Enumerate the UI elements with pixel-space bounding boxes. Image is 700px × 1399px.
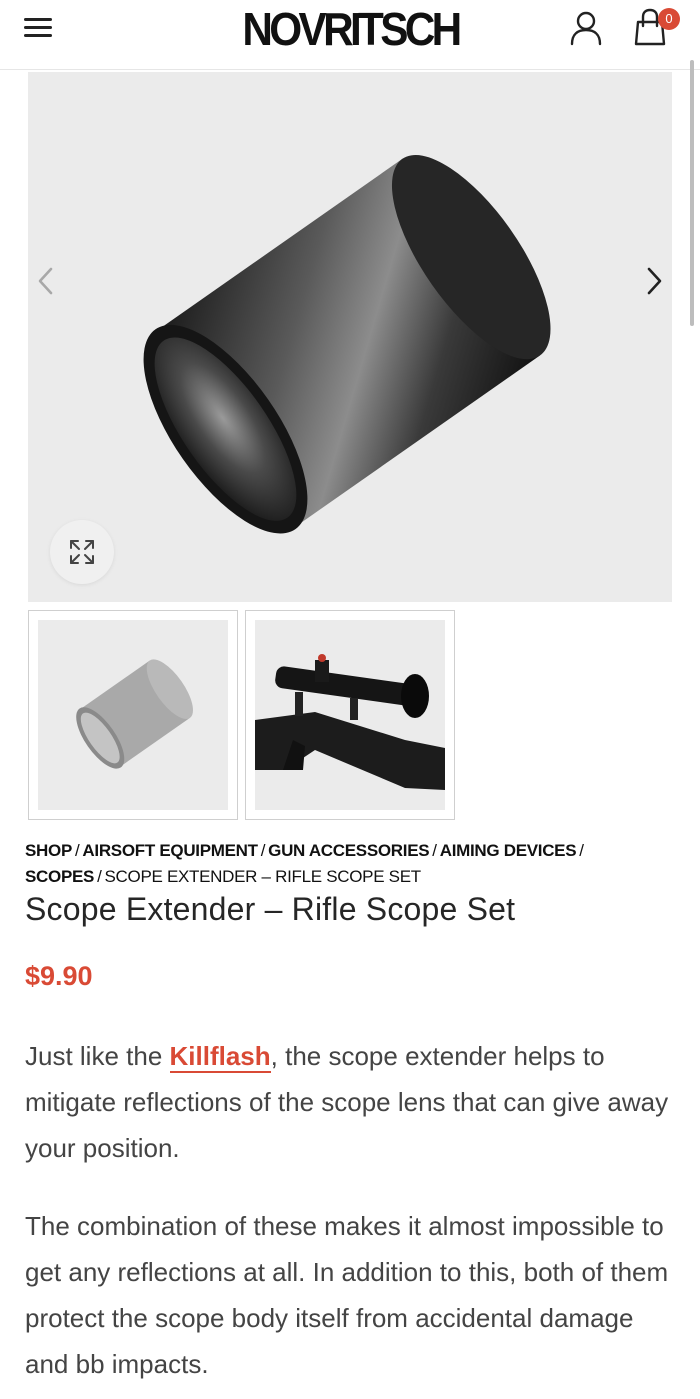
site-logo[interactable]: NOVRITSCH [226,2,474,56]
user-icon[interactable] [568,8,604,48]
breadcrumb-separator: / [579,841,584,860]
chevron-right-icon[interactable] [642,266,666,296]
breadcrumb-link-gun-accessories[interactable]: Gun Accessories [268,841,429,860]
breadcrumb: Shop / Airsoft Equipment / Gun Accessories / A… [25,838,675,890]
product-price: $9.90 [25,961,93,991]
breadcrumb-separator: / [432,841,437,860]
logo-text: NOVRITSCH [241,3,462,55]
killflash-link[interactable]: Killflash [169,1041,271,1073]
scrollbar[interactable] [690,60,694,326]
thumbnail-2[interactable] [245,610,455,820]
thumbnail-1[interactable] [28,610,238,820]
chevron-left-icon[interactable] [34,266,58,296]
menu-icon[interactable] [24,16,54,40]
description-text: Just like the [25,1041,170,1071]
product-main-image [143,155,551,534]
site-header: NOVRITSCH 0 [0,0,700,70]
product-title: Scope Extender – Rifle Scope Set [25,891,516,927]
cart-count-badge: 0 [658,8,680,30]
breadcrumb-link-shop[interactable]: Shop [25,841,72,860]
product-description-paragraph-2: The combination of these makes it almost… [25,1211,669,1379]
breadcrumb-separator: / [74,841,80,860]
breadcrumb-separator: / [260,841,266,860]
zoom-button[interactable] [50,520,114,584]
breadcrumb-current: Scope Extender – Rifle Scope Set [104,867,422,886]
product-image-gallery[interactable] [28,72,672,602]
expand-icon [70,540,94,564]
product-description-paragraph-1: Just like the Killflash, the scope exten… [25,1033,675,1171]
breadcrumb-link-scopes[interactable]: Scopes [25,867,94,886]
breadcrumb-link-aiming-devices[interactable]: Aiming Devices [440,841,577,860]
cart-button[interactable]: 0 [634,4,684,50]
thumbnail-image-2 [255,654,445,790]
thumbnail-image-1 [76,659,193,769]
breadcrumb-separator: / [97,867,102,886]
breadcrumb-link-airsoft-equipment[interactable]: Airsoft Equipment [82,841,258,860]
